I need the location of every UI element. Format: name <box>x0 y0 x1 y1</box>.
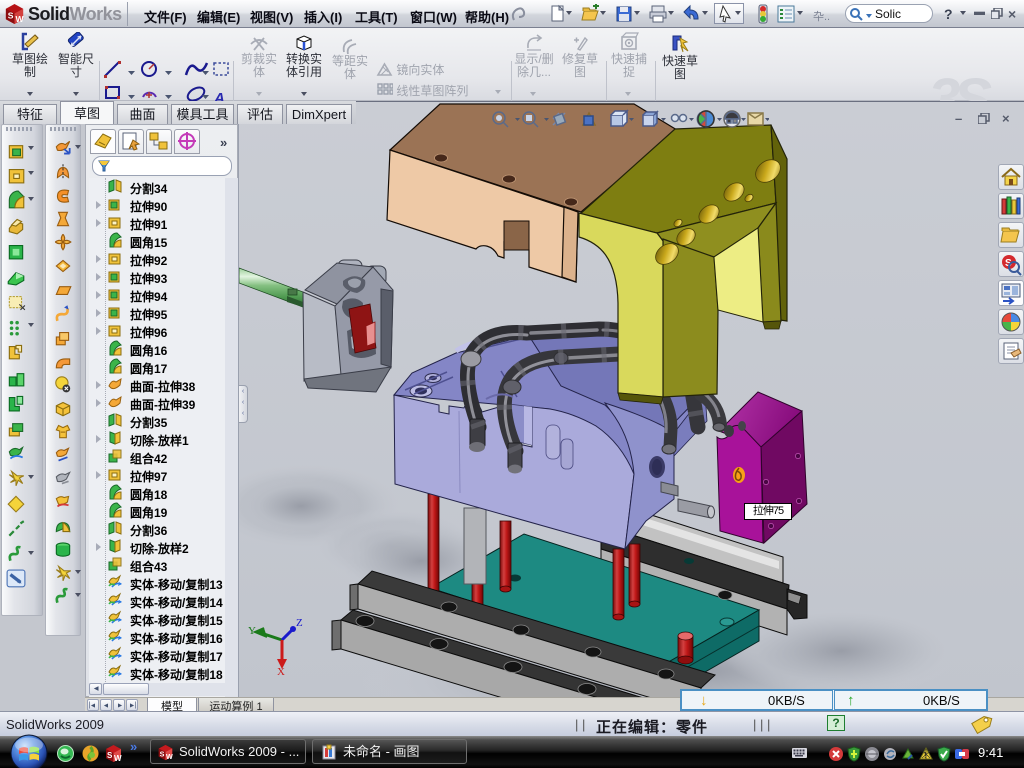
svg-text:W: W <box>114 754 122 763</box>
svg-text:Y: Y <box>248 625 256 637</box>
svg-text:S: S <box>8 10 14 20</box>
svg-text:W: W <box>166 753 173 761</box>
svg-text:Z: Z <box>296 617 303 629</box>
svg-text:S: S <box>107 751 113 760</box>
svg-text:S: S <box>160 751 165 759</box>
svg-text:X: X <box>277 666 285 678</box>
svg-text:!: ! <box>924 751 926 760</box>
svg-text:W: W <box>15 14 24 24</box>
